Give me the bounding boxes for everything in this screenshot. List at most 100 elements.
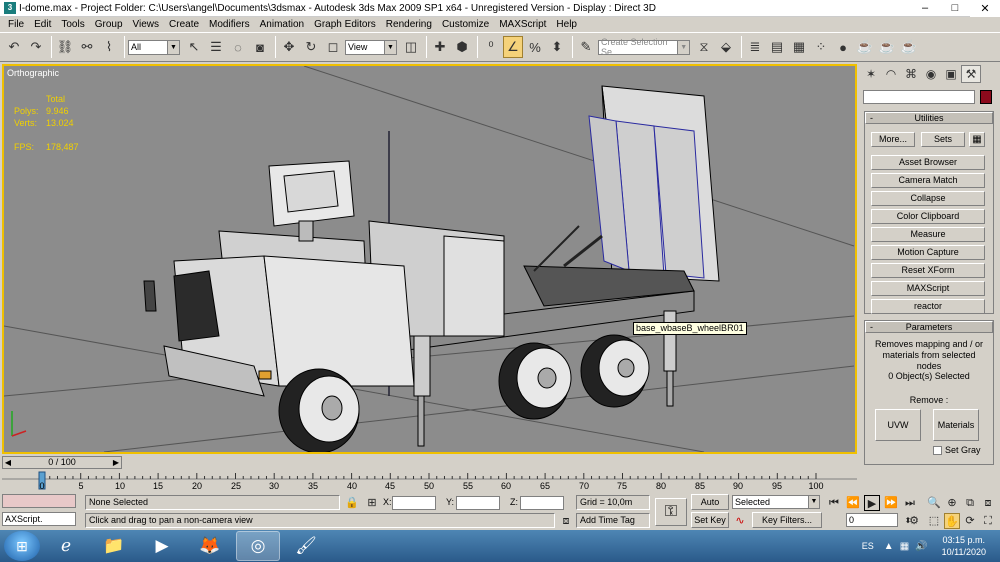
- asset-browser-button[interactable]: Asset Browser: [871, 155, 985, 170]
- hierarchy-tab-icon[interactable]: ⌘: [901, 65, 921, 83]
- bind-space-warp-icon[interactable]: ⌇: [99, 36, 119, 58]
- maximize-viewport-icon[interactable]: ⛶: [980, 513, 996, 529]
- time-tag-icon[interactable]: ⧈: [558, 513, 574, 529]
- schematic-view-icon[interactable]: ⁘: [811, 36, 831, 58]
- motion-tab-icon[interactable]: ◉: [921, 65, 941, 83]
- firefox-icon[interactable]: 🦊: [188, 531, 232, 561]
- network-icon[interactable]: ▦: [900, 541, 909, 552]
- add-time-tag-button[interactable]: Add Time Tag: [576, 513, 650, 528]
- set-key-mode-icon[interactable]: ⚿: [655, 498, 687, 526]
- absolute-mode-icon[interactable]: ⊞: [364, 495, 380, 511]
- mirror-icon[interactable]: ⧖: [694, 36, 714, 58]
- go-to-start-icon[interactable]: ⏮: [826, 495, 842, 511]
- collapse-button[interactable]: Collapse: [871, 191, 985, 206]
- go-to-end-icon[interactable]: ⏭: [902, 495, 918, 511]
- parameters-rollout-header[interactable]: - Parameters: [865, 321, 993, 333]
- key-mode-dropdown[interactable]: Selected ▼: [732, 495, 820, 509]
- snaps-toggle-icon[interactable]: ⁰: [481, 36, 501, 58]
- percent-snap-icon[interactable]: %: [525, 36, 545, 58]
- modify-tab-icon[interactable]: ◠: [881, 65, 901, 83]
- menu-rendering[interactable]: Rendering: [381, 17, 437, 32]
- truck-model-scene[interactable]: [4, 66, 855, 452]
- menu-graph-editors[interactable]: Graph Editors: [309, 17, 381, 32]
- select-manipulate-icon[interactable]: ✚: [430, 36, 450, 58]
- select-by-name-icon[interactable]: ☰: [206, 36, 226, 58]
- paint-icon[interactable]: 🖌: [284, 531, 328, 561]
- menu-tools[interactable]: Tools: [56, 17, 89, 32]
- volume-icon[interactable]: 🔊: [915, 541, 927, 552]
- zoom-extents-all-icon[interactable]: ⧈: [980, 495, 996, 511]
- menu-maxscript[interactable]: MAXScript: [494, 17, 551, 32]
- close-button[interactable]: ✕: [970, 0, 1000, 17]
- current-frame-field[interactable]: 0: [846, 513, 898, 527]
- menu-animation[interactable]: Animation: [255, 17, 309, 32]
- configure-sets-icon[interactable]: ▦: [969, 132, 985, 147]
- clock[interactable]: 03:15 p.m. 10/11/2020: [942, 534, 986, 558]
- align-icon[interactable]: ⬙: [716, 36, 736, 58]
- undo-icon[interactable]: ↶: [4, 36, 24, 58]
- uvw-button[interactable]: UVW: [875, 409, 921, 441]
- zoom-icon[interactable]: 🔍: [926, 495, 942, 511]
- selection-region-icon[interactable]: ◌: [228, 36, 248, 58]
- named-selection-dropdown[interactable]: Create Selection Se ▼: [598, 37, 690, 57]
- lock-selection-icon[interactable]: 🔒: [344, 495, 360, 511]
- chevron-right-icon[interactable]: ▶: [111, 457, 121, 468]
- select-object-icon[interactable]: ↖: [184, 36, 204, 58]
- menu-create[interactable]: Create: [164, 17, 204, 32]
- region-zoom-icon[interactable]: ⬚: [926, 513, 942, 529]
- viewport-orthographic[interactable]: Orthographic Total Polys: 9.946 Verts: 13.…: [2, 64, 857, 454]
- render-setup-icon[interactable]: ☕: [855, 36, 875, 58]
- more-button[interactable]: More...: [871, 132, 915, 147]
- key-filters-button[interactable]: Key Filters...: [752, 512, 822, 528]
- motion-capture-button[interactable]: Motion Capture: [871, 245, 985, 260]
- utilities-tab-icon[interactable]: ⚒: [961, 65, 981, 83]
- trackbar[interactable]: 0 5 10 15 20 25 30 35 40 45 50 55 60 65 …: [2, 470, 857, 492]
- menu-views[interactable]: Views: [128, 17, 165, 32]
- rotate-icon[interactable]: ↻: [301, 36, 321, 58]
- next-frame-icon[interactable]: ⏩: [883, 495, 899, 511]
- render-production-icon[interactable]: ☕: [899, 36, 919, 58]
- menu-group[interactable]: Group: [90, 17, 128, 32]
- menu-file[interactable]: File: [3, 17, 29, 32]
- maxscript-button[interactable]: MAXScript: [871, 281, 985, 296]
- scale-icon[interactable]: ◻: [323, 36, 343, 58]
- y-coordinate-field[interactable]: [456, 496, 500, 510]
- move-icon[interactable]: ✥: [279, 36, 299, 58]
- media-player-icon[interactable]: ▶: [140, 531, 184, 561]
- set-gray-checkbox[interactable]: [933, 446, 942, 455]
- language-indicator[interactable]: ES: [862, 541, 874, 551]
- maximize-button[interactable]: □: [940, 0, 970, 17]
- layer-manager-icon[interactable]: ≣: [745, 36, 765, 58]
- display-tab-icon[interactable]: ▣: [941, 65, 961, 83]
- set-key-button[interactable]: Set Key: [691, 512, 729, 528]
- object-name-field[interactable]: [863, 90, 975, 104]
- pan-view-icon[interactable]: ✋: [944, 513, 960, 529]
- menu-help[interactable]: Help: [551, 17, 582, 32]
- create-tab-icon[interactable]: ✶: [861, 65, 881, 83]
- reference-coord-dropdown[interactable]: View ▼: [345, 39, 397, 55]
- reset-xform-button[interactable]: Reset XForm: [871, 263, 985, 278]
- play-icon[interactable]: ▶: [864, 495, 880, 511]
- color-clipboard-button[interactable]: Color Clipboard: [871, 209, 985, 224]
- graphite-ribbon-icon[interactable]: ▤: [767, 36, 787, 58]
- rendered-frame-icon[interactable]: ☕: [877, 36, 897, 58]
- selection-filter-dropdown[interactable]: All ▼: [128, 39, 180, 55]
- file-explorer-icon[interactable]: 📁: [92, 531, 136, 561]
- pivot-center-icon[interactable]: ◫: [401, 36, 421, 58]
- spinner-snap-icon[interactable]: ⬍: [547, 36, 567, 58]
- reactor-button[interactable]: reactor: [871, 299, 985, 314]
- previous-frame-icon[interactable]: ⏪: [845, 495, 861, 511]
- keyboard-shortcut-icon[interactable]: ⬢: [452, 36, 472, 58]
- camera-match-button[interactable]: Camera Match: [871, 173, 985, 188]
- time-slider[interactable]: ◀ 0 / 100 ▶: [2, 456, 122, 469]
- menu-edit[interactable]: Edit: [29, 17, 56, 32]
- x-coordinate-field[interactable]: [392, 496, 436, 510]
- edit-named-selection-icon[interactable]: ✎: [576, 36, 596, 58]
- filter-curve-icon[interactable]: ∿: [732, 513, 748, 529]
- chevron-up-icon[interactable]: ▲: [884, 541, 894, 552]
- viewport-label[interactable]: Orthographic: [7, 68, 59, 78]
- 3dsmax-taskbar-icon[interactable]: ◎: [236, 531, 280, 561]
- z-coordinate-field[interactable]: [520, 496, 564, 510]
- window-crossing-icon[interactable]: ◙: [250, 36, 270, 58]
- chevron-left-icon[interactable]: ◀: [3, 457, 13, 468]
